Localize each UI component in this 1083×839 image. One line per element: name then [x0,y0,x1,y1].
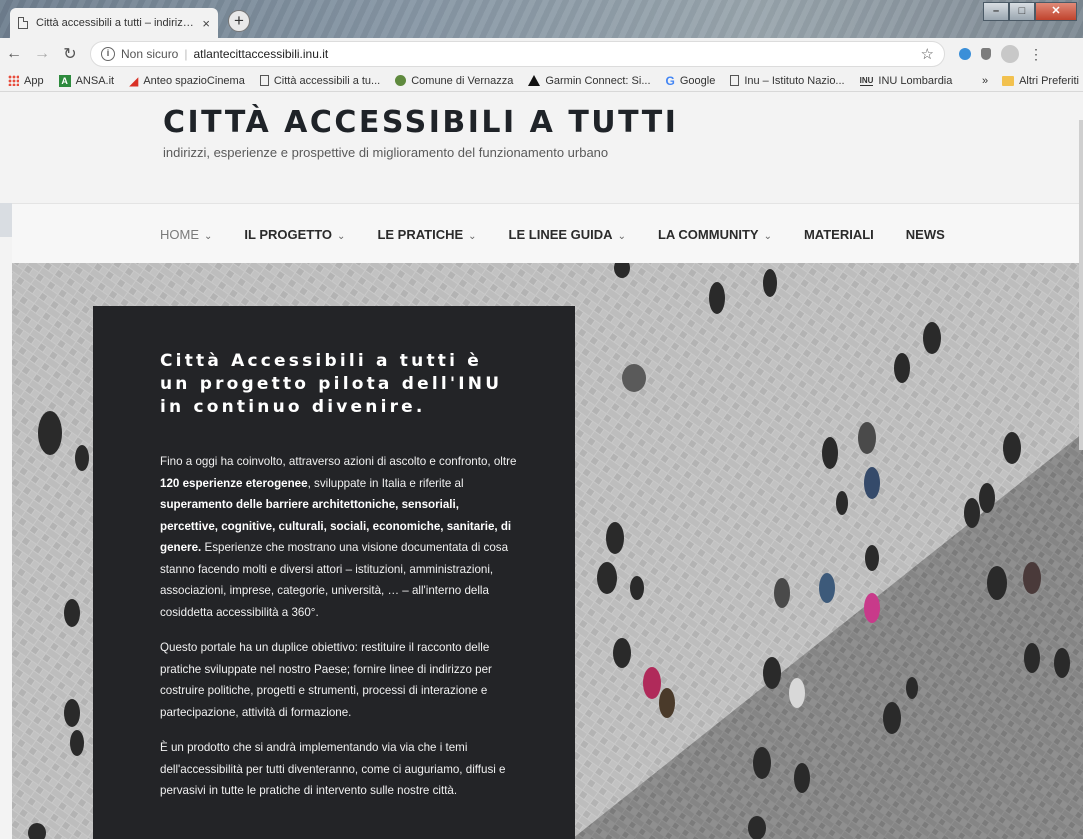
bookmarks-right: » Altri Preferiti [977,70,1083,91]
page-icon [730,75,740,86]
reload-icon[interactable]: ↻ [56,44,84,64]
bookmark-label: Google [679,74,716,87]
hero-heading: Città Accessibili a tutti è un progetto … [160,351,503,417]
ansa-icon: A [58,74,71,87]
bookmark-garmin[interactable]: Garmin Connect: Si... [528,74,651,87]
hero-text-panel: Città Accessibili a tutti è un progetto … [93,306,575,839]
nav-item-news[interactable]: NEWS [906,227,945,242]
nav-item-il-progetto[interactable]: IL PROGETTO ⌄ [244,227,345,242]
window-controls: – □ ✕ [983,2,1077,21]
chevron-down-icon: ⌄ [204,231,213,242]
chevron-down-icon: ⌄ [468,231,477,242]
site-tagline: indirizzi, esperienze e prospettive di m… [163,145,609,160]
bookmark-label: Anteo spazioCinema [143,74,245,87]
bookmark-label: Garmin Connect: Si... [545,74,651,87]
hero-paragraph-1: Fino a oggi ha coinvolto, attraverso azi… [160,451,520,623]
profile-avatar-icon[interactable] [1001,45,1019,63]
nav-item-home[interactable]: HOME ⌄ [160,227,212,242]
hero-paragraph-3: È un prodotto che si andrà implementando… [160,741,506,797]
bookmark-label: Comune di Vernazza [411,74,514,87]
close-window-button[interactable]: ✕ [1035,2,1077,21]
nav-item-le-pratiche[interactable]: LE PRATICHE ⌄ [377,227,476,242]
bookmark-anteo[interactable]: ◢ Anteo spazioCinema [129,74,245,88]
site-header: CITTÀ ACCESSIBILI A TUTTI indirizzi, esp… [0,93,1083,203]
hero-section: Città Accessibili a tutti è un progetto … [12,263,1083,839]
highlight-text: 120 esperienze eterogenee [160,476,308,490]
bookmark-ansa[interactable]: A ANSA.it [58,74,115,87]
bookmark-inu-istituto[interactable]: Inu – Istituto Nazio... [730,74,845,87]
folder-icon [1002,76,1015,86]
other-bookmarks-folder[interactable]: Altri Preferiti [1019,75,1079,87]
nav-item-le-linee-guida[interactable]: LE LINEE GUIDA ⌄ [509,227,626,242]
extensions-area: ⋮ [959,45,1043,63]
nav-label: HOME [160,227,199,242]
bookmark-citta[interactable]: Città accessibili a tu... [259,74,381,87]
nav-label: LA COMMUNITY [657,227,759,242]
text-run: Fino a oggi ha coinvolto, attraverso azi… [160,455,517,468]
browser-tab-strip: Città accessibili a tutti – indirizzi, e… [0,0,1083,38]
info-icon[interactable]: i [101,47,115,61]
bookmark-app[interactable]: App [8,75,44,87]
maximize-button[interactable]: □ [1009,2,1035,21]
text-run: Esperienze che mostrano una visione docu… [160,541,509,619]
bookmark-label: INU Lombardia [878,74,953,87]
tab-close-icon[interactable]: × [202,16,210,31]
url-separator: | [184,47,188,61]
page-scrollbar[interactable] [1079,120,1083,450]
nav-label: LE PRATICHE [377,227,464,242]
bookmark-inu-lombardia[interactable]: INU INU Lombardia [859,74,953,87]
inu-icon: INU [859,75,874,86]
main-navigation: HOME ⌄ IL PROGETTO ⌄ LE PRATICHE ⌄ LE LINEE… [12,203,1083,263]
nav-label: LE LINEE GUIDA [508,227,613,242]
address-toolbar: ← → ↻ i Non sicuro | atlantecittaccessib… [0,38,1083,70]
site-title[interactable]: CITTÀ ACCESSIBILI A TUTTI [163,105,678,140]
menu-kebab-icon[interactable]: ⋮ [1029,46,1043,63]
nav-item-materiali[interactable]: MATERIALI [804,227,874,242]
back-arrow-icon[interactable]: ← [0,45,28,63]
nav-item-la-community[interactable]: LA COMMUNITY ⌄ [658,227,772,242]
nav-label: IL PROGETTO [244,227,333,242]
bookmark-label: ANSA.it [75,74,115,87]
tab-title: Città accessibili a tutti – indirizzi, e… [36,17,196,29]
bookmark-google[interactable]: G Google [666,74,716,88]
security-label: Non sicuro [121,47,179,61]
text-run: , sviluppate in Italia e riferite al [307,476,464,490]
left-edge-bar [0,203,12,237]
bookmark-label: App [24,74,44,87]
url-text: atlantecittaccessibili.inu.it [193,47,329,61]
star-icon[interactable]: ☆ [921,45,934,63]
chevron-down-icon: ⌄ [617,231,626,242]
page-icon [259,75,269,86]
google-icon: G [665,73,675,88]
bookmarks-bar: App A ANSA.it ◢ Anteo spazioCinema Città a… [0,70,1083,92]
anteo-icon: ◢ [129,73,139,88]
hero-body: Fino a oggi ha coinvolto, attraverso azi… [160,451,520,816]
bookmarks-overflow-button[interactable]: » [982,75,988,87]
apps-grid-icon [8,75,19,86]
nav-label: NEWS [905,227,945,242]
bookmark-vernazza[interactable]: Comune di Vernazza [395,75,513,87]
vernazza-icon [395,75,407,86]
extension-shield-icon[interactable] [981,48,991,60]
browser-tab-active[interactable]: Città accessibili a tutti – indirizzi, e… [10,8,218,38]
bookmark-label: Città accessibili a tu... [273,74,381,87]
chevron-down-icon: ⌄ [337,231,346,242]
hero-paragraph-2: Questo portale ha un duplice obiettivo: … [160,641,492,719]
nav-label: MATERIALI [803,227,874,242]
minimize-button[interactable]: – [983,2,1009,21]
chevron-down-icon: ⌄ [763,231,772,242]
extension-cloud-icon[interactable] [959,48,971,60]
garmin-icon [528,75,541,86]
bookmark-label: Inu – Istituto Nazio... [744,74,845,87]
page-icon [18,17,28,29]
url-input[interactable]: i Non sicuro | atlantecittaccessibili.in… [90,41,945,67]
forward-arrow-icon[interactable]: → [28,45,56,63]
new-tab-button[interactable]: + [228,10,250,32]
